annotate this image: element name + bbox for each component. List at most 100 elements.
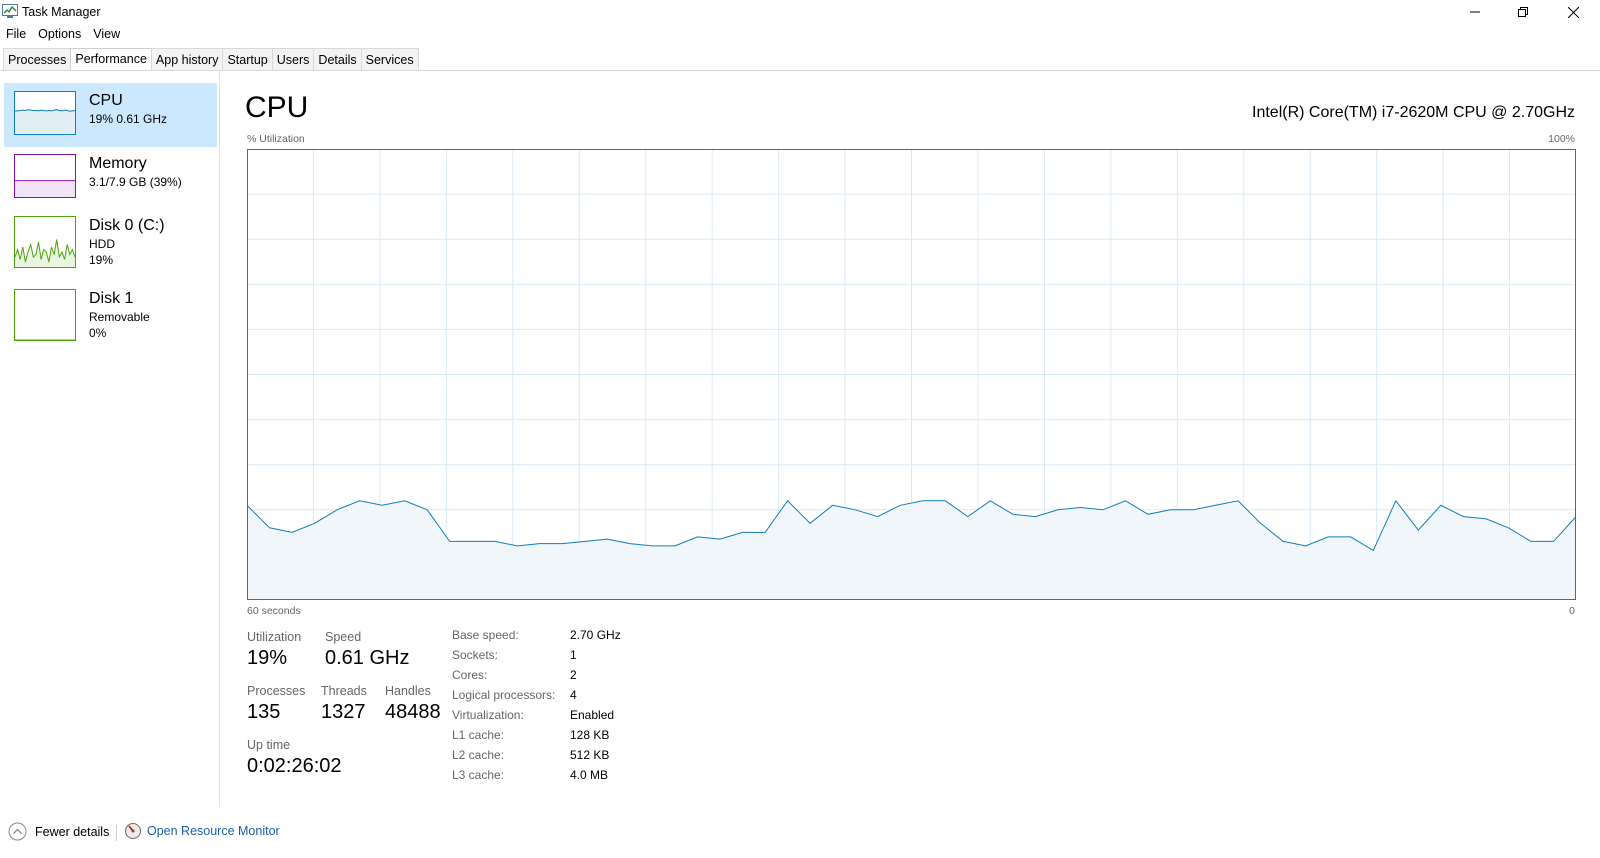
cpu-model-name: Intel(R) Core(TM) i7-2620M CPU @ 2.70GHz <box>1252 104 1575 121</box>
spec-row: Logical processors: 4 <box>452 688 652 708</box>
thumbnail-area <box>15 109 75 134</box>
tab-users[interactable]: Users <box>271 48 315 70</box>
spec-row: Base speed: 2.70 GHz <box>452 628 652 648</box>
tab-app-history[interactable]: App history <box>150 48 224 70</box>
cpu-specs-table: Base speed: 2.70 GHz Sockets: 1 Cores: 2 Lo… <box>452 628 652 788</box>
stat-value: 0:02:26:02 <box>247 755 342 777</box>
window-title: Task Manager <box>22 5 101 19</box>
spec-row: L3 cache: 4.0 MB <box>452 768 652 788</box>
footer-bar: Fewer details Open Resource Monitor <box>0 822 600 846</box>
page-title: CPU <box>245 91 309 124</box>
resource-detail: 19% <box>89 253 114 267</box>
resource-list: CPU 19% 0.61 GHz Memory 3.1/7.9 GB (39%)… <box>0 71 220 807</box>
menu-options[interactable]: Options <box>32 25 87 45</box>
resource-detail: Removable <box>89 310 150 324</box>
resource-item-cpu[interactable]: CPU 19% 0.61 GHz <box>4 83 217 147</box>
disk-1-thumbnail-graph <box>14 289 76 341</box>
stat-processes: Processes 135 <box>247 684 305 724</box>
cpu-utilization-graph <box>247 149 1576 600</box>
fewer-details-button[interactable]: Fewer details <box>8 822 109 841</box>
open-resource-monitor-link[interactable]: Open Resource Monitor <box>124 822 280 840</box>
thumbnail-border <box>14 289 76 341</box>
spec-row: Virtualization: Enabled <box>452 708 652 728</box>
spec-key: L3 cache: <box>452 768 505 782</box>
spec-value: 1 <box>570 648 577 662</box>
tab-strip: Processes Performance App history Startu… <box>3 48 419 71</box>
tab-processes[interactable]: Processes <box>3 48 72 70</box>
stat-uptime: Up time 0:02:26:02 <box>247 738 342 778</box>
stat-value: 0.61 GHz <box>325 647 410 669</box>
resource-monitor-icon <box>125 823 141 839</box>
spec-row: L1 cache: 128 KB <box>452 728 652 748</box>
tab-performance[interactable]: Performance <box>70 48 152 71</box>
memory-thumbnail-graph <box>14 154 76 198</box>
spec-key: Base speed: <box>452 628 519 642</box>
stat-label: Handles <box>385 684 431 698</box>
menu-view[interactable]: View <box>87 25 126 45</box>
spec-key: L1 cache: <box>452 728 505 742</box>
utilization-axis-max: 100% <box>1548 133 1575 145</box>
task-manager-icon <box>2 4 18 18</box>
spec-value: 4.0 MB <box>570 768 609 782</box>
title-bar: Task Manager <box>0 0 1600 24</box>
footer-separator <box>116 825 117 841</box>
resource-detail: 3.1/7.9 GB (39%) <box>89 175 182 189</box>
tab-divider <box>0 70 1600 71</box>
resource-item-disk-0[interactable]: Disk 0 (C:) HDD 19% <box>4 208 217 280</box>
resource-name: Disk 0 (C:) <box>89 217 165 234</box>
stat-label: Up time <box>247 738 291 752</box>
close-icon <box>1567 6 1579 18</box>
stat-value: 19% <box>247 647 288 669</box>
tab-startup[interactable]: Startup <box>222 48 273 70</box>
spec-value: 512 KB <box>570 748 610 762</box>
spec-value: 128 KB <box>570 728 610 742</box>
disk-0-thumbnail-graph <box>14 216 76 268</box>
spec-value: Enabled <box>570 708 615 722</box>
resource-name: Disk 1 <box>89 290 134 307</box>
stat-label: Processes <box>247 684 306 698</box>
spec-key: L2 cache: <box>452 748 505 762</box>
stat-value: 135 <box>247 701 281 723</box>
stat-value: 1327 <box>321 701 366 723</box>
open-resource-monitor-label: Open Resource Monitor <box>147 824 280 838</box>
restore-button[interactable] <box>1500 0 1546 24</box>
time-axis-left-label: 60 seconds <box>247 605 301 617</box>
spec-value: 4 <box>570 688 577 702</box>
spec-row: Cores: 2 <box>452 668 652 688</box>
spec-value: 2 <box>570 668 577 682</box>
stat-label: Threads <box>321 684 367 698</box>
cpu-thumbnail-graph <box>14 91 76 135</box>
time-axis-right-label: 0 <box>1569 605 1575 617</box>
resource-name: Memory <box>89 155 147 172</box>
menu-bar: File Options View <box>0 25 126 45</box>
stat-handles: Handles 48488 <box>385 684 441 724</box>
resource-item-memory[interactable]: Memory 3.1/7.9 GB (39%) <box>4 146 217 210</box>
resource-detail: 19% 0.61 GHz <box>89 112 168 126</box>
resource-detail: 0% <box>89 326 107 340</box>
menu-file[interactable]: File <box>0 25 32 45</box>
resource-item-disk-1[interactable]: Disk 1 Removable 0% <box>4 281 217 353</box>
close-button[interactable] <box>1550 0 1596 24</box>
stat-threads: Threads 1327 <box>321 684 367 724</box>
tab-details[interactable]: Details <box>313 48 362 70</box>
spec-row: Sockets: 1 <box>452 648 652 668</box>
stat-label: Speed <box>325 630 362 644</box>
utilization-axis-label: % Utilization <box>247 133 305 145</box>
resource-detail: HDD <box>89 237 115 251</box>
stat-value: 48488 <box>385 701 441 723</box>
stat-speed: Speed 0.61 GHz <box>325 630 409 670</box>
restore-icon <box>1518 7 1528 17</box>
spec-value: 2.70 GHz <box>570 628 621 642</box>
spec-key: Logical processors: <box>452 688 556 702</box>
fewer-details-label: Fewer details <box>35 824 110 839</box>
tab-services[interactable]: Services <box>360 48 419 70</box>
minimize-button[interactable] <box>1452 0 1498 24</box>
spec-key: Sockets: <box>452 648 499 662</box>
spec-row: L2 cache: 512 KB <box>452 748 652 768</box>
resource-name: CPU <box>89 92 123 109</box>
stat-utilization: Utilization 19% <box>247 630 301 670</box>
stat-label: Utilization <box>247 630 302 644</box>
minimize-icon <box>1470 11 1480 13</box>
thumbnail-area <box>15 180 75 197</box>
spec-key: Virtualization: <box>452 708 524 722</box>
